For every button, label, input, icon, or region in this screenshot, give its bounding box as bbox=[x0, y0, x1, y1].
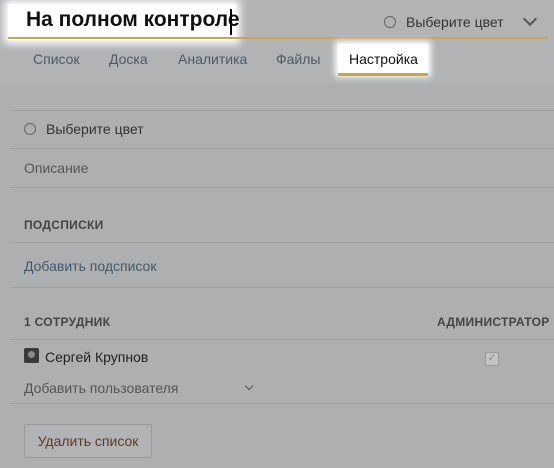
color-select-label: Выберите цвет bbox=[46, 121, 144, 137]
add-sublist-link[interactable]: Добавить подсписок bbox=[24, 258, 156, 274]
divider bbox=[10, 242, 554, 243]
tab-analytics[interactable]: Аналитика bbox=[178, 51, 247, 67]
divider bbox=[10, 339, 554, 340]
tab-files[interactable]: Файлы bbox=[276, 51, 320, 67]
admin-heading: АДМИНИСТРАТОР bbox=[437, 315, 550, 329]
tab-settings[interactable]: Настройка bbox=[349, 51, 418, 67]
list-title-input[interactable]: На полном контроле bbox=[26, 8, 240, 32]
member-name: Сергей Крупнов bbox=[45, 349, 149, 365]
title-underline bbox=[8, 37, 548, 39]
tab-board[interactable]: Доска bbox=[109, 51, 148, 67]
chevron-down-icon[interactable] bbox=[244, 381, 254, 391]
delete-list-button[interactable]: Удалить список bbox=[24, 424, 152, 458]
text-caret bbox=[230, 9, 232, 35]
tab-list[interactable]: Список bbox=[33, 51, 80, 67]
divider bbox=[10, 403, 554, 404]
header-color-label: Выберите цвет bbox=[406, 14, 504, 30]
avatar bbox=[24, 348, 39, 363]
description-field[interactable]: Описание bbox=[24, 160, 88, 176]
divider bbox=[10, 287, 554, 288]
add-user-select[interactable]: Добавить пользователя bbox=[24, 380, 178, 396]
color-circle-icon bbox=[384, 16, 396, 28]
admin-checkbox[interactable]: ✓ bbox=[485, 352, 499, 366]
header-color-picker[interactable]: Выберите цвет bbox=[384, 14, 504, 30]
sublists-heading: ПОДСПИСКИ bbox=[24, 218, 104, 232]
members-heading: 1 СОТРУДНИК bbox=[24, 315, 111, 329]
tab-active-indicator bbox=[338, 73, 428, 76]
color-circle-icon bbox=[24, 123, 36, 135]
divider bbox=[10, 110, 554, 111]
divider bbox=[10, 187, 554, 188]
divider bbox=[10, 148, 554, 149]
color-select[interactable]: Выберите цвет bbox=[24, 121, 144, 137]
